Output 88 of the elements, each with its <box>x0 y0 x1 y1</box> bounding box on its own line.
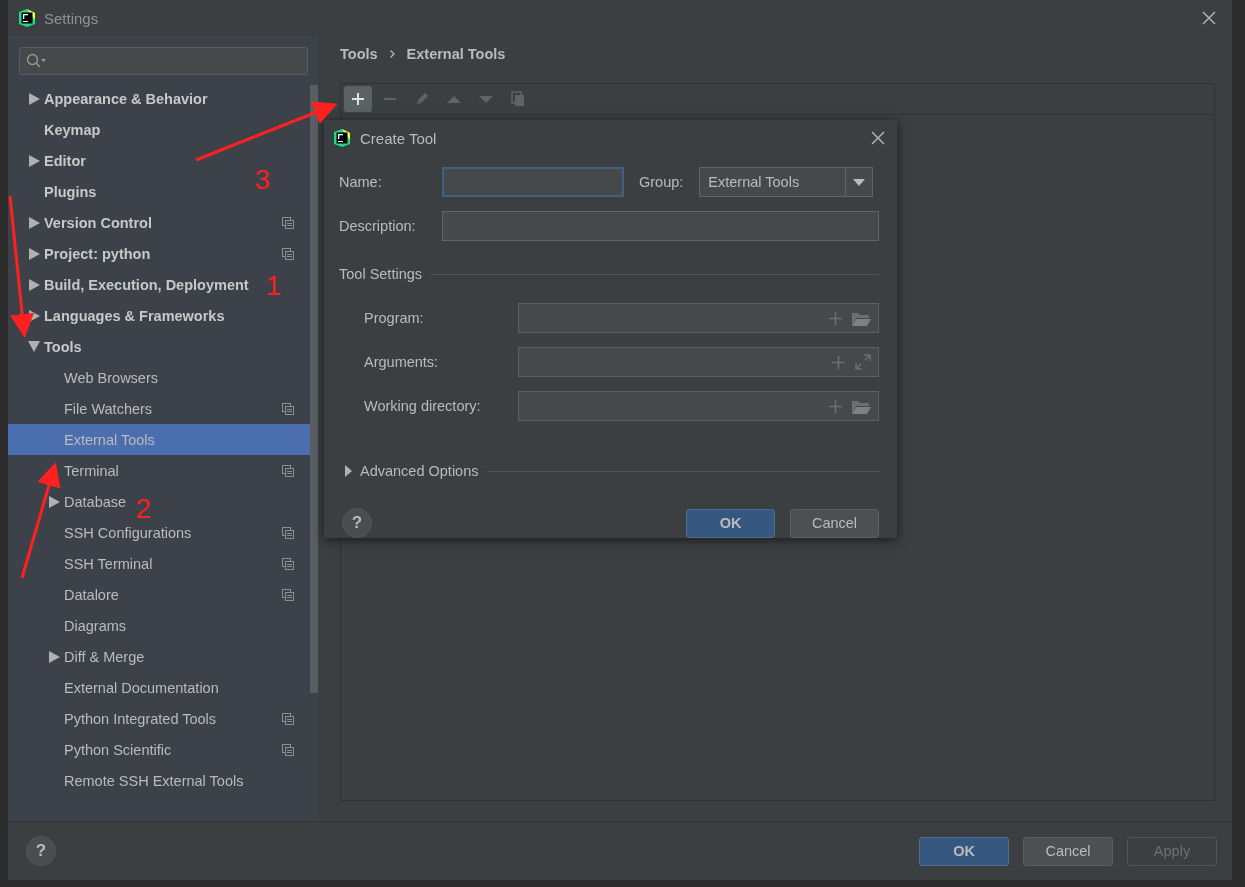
name-field[interactable] <box>442 167 624 197</box>
collapsed-arrow-icon[interactable] <box>28 247 40 260</box>
expanded-arrow-icon[interactable] <box>28 341 40 352</box>
path-field[interactable] <box>518 303 879 333</box>
field-label: Working directory: <box>364 398 482 414</box>
annotation-number: 3 <box>255 166 271 194</box>
search-icon <box>26 53 46 69</box>
tree-item[interactable]: Build, Execution, Deployment <box>44 276 249 293</box>
section-title: Tool Settings <box>339 266 423 282</box>
collapsed-arrow-icon[interactable] <box>28 92 40 105</box>
folder-icon[interactable] <box>852 398 871 414</box>
tree-item[interactable]: Python Scientific <box>64 741 172 758</box>
app-logo-icon <box>18 9 36 27</box>
collapsed-arrow-icon[interactable] <box>28 309 40 322</box>
close-icon[interactable] <box>871 131 885 145</box>
collapsed-arrow-icon[interactable] <box>28 278 40 291</box>
copy-icon <box>510 91 526 107</box>
field-label: Group: <box>639 174 684 190</box>
field-label: Description: <box>339 218 417 234</box>
copy-icon <box>282 216 294 229</box>
tree-item[interactable]: Languages & Frameworks <box>44 307 225 324</box>
dialog-title: Create Tool <box>360 129 438 147</box>
annotation-number: 2 <box>136 495 152 523</box>
dropdown-arrow-icon <box>853 178 866 186</box>
copy-icon <box>282 464 294 477</box>
collapsed-arrow-icon[interactable] <box>48 495 60 508</box>
tree-item[interactable]: Datalore <box>64 586 119 603</box>
section-toggle[interactable]: Advanced Options <box>360 463 479 479</box>
tree-item[interactable]: Project: python <box>44 245 151 262</box>
chevron-icon <box>389 50 395 58</box>
tree-item[interactable]: Terminal <box>64 462 119 479</box>
copy-icon <box>282 557 294 570</box>
tree-item[interactable]: Diagrams <box>64 617 127 634</box>
tree-item[interactable]: Keymap <box>44 121 101 138</box>
collapsed-arrow-icon[interactable] <box>28 154 40 167</box>
path-field[interactable] <box>518 347 879 377</box>
window-title: Settings <box>44 9 100 27</box>
scrollbar[interactable] <box>310 85 318 693</box>
copy-icon <box>282 247 294 260</box>
field-label: Program: <box>364 310 425 326</box>
tree-item[interactable]: Tools <box>44 338 82 355</box>
close-icon[interactable] <box>1202 11 1216 25</box>
tree-item[interactable]: Remote SSH External Tools <box>64 772 244 789</box>
copy-icon <box>282 743 294 756</box>
collapsed-arrow-icon[interactable] <box>28 216 40 229</box>
dialog-button[interactable]: Cancel <box>1023 836 1113 866</box>
plus-icon <box>350 91 366 107</box>
tree-item[interactable]: SSH Configurations <box>64 524 192 541</box>
path-field[interactable] <box>518 391 879 421</box>
group-dropdown[interactable]: External Tools <box>699 167 874 197</box>
help-button[interactable]: ? <box>26 836 56 866</box>
ok-button[interactable]: OK <box>686 508 775 538</box>
tree-item[interactable]: Database <box>64 493 127 510</box>
breadcrumb-item[interactable]: Tools <box>340 46 378 62</box>
dialog-button[interactable]: Cancel <box>790 508 879 538</box>
expand-icon[interactable] <box>855 354 871 370</box>
search-field[interactable] <box>19 47 308 75</box>
description-field[interactable] <box>442 211 879 241</box>
copy-icon <box>282 588 294 601</box>
plus-icon[interactable] <box>832 355 845 369</box>
folder-icon[interactable] <box>852 310 871 326</box>
annotation-number: 1 <box>266 272 282 300</box>
help-button[interactable]: ? <box>342 508 372 538</box>
add-button[interactable] <box>344 86 372 112</box>
field-label: Arguments: <box>364 354 440 370</box>
tree-item[interactable]: SSH Terminal <box>64 555 153 572</box>
tree-item[interactable]: External Documentation <box>64 679 219 696</box>
collapsed-arrow-icon[interactable] <box>48 650 60 663</box>
pencil-icon <box>414 91 430 107</box>
collapsed-arrow-icon[interactable] <box>345 465 352 477</box>
copy-icon <box>282 526 294 539</box>
breadcrumb-item[interactable]: External Tools <box>406 46 506 62</box>
ok-button[interactable]: OK <box>919 836 1009 866</box>
tree-item[interactable]: Editor <box>44 152 86 169</box>
tree-item[interactable]: Python Integrated Tools <box>64 710 217 727</box>
app-logo-icon <box>333 129 351 147</box>
plus-icon[interactable] <box>829 399 842 413</box>
plus-icon[interactable] <box>829 311 842 325</box>
tree-item[interactable]: Diff & Merge <box>64 648 145 665</box>
tree-item[interactable]: Appearance & Behavior <box>44 90 208 107</box>
tree-item[interactable]: Plugins <box>44 183 97 200</box>
minus-icon <box>384 98 396 100</box>
tree-item[interactable]: File Watchers <box>64 400 153 417</box>
copy-icon <box>282 712 294 725</box>
field-label: Name: <box>339 174 383 190</box>
tree-item[interactable]: Version Control <box>44 214 152 231</box>
copy-icon <box>282 402 294 415</box>
tree-item[interactable]: Web Browsers <box>64 369 158 386</box>
